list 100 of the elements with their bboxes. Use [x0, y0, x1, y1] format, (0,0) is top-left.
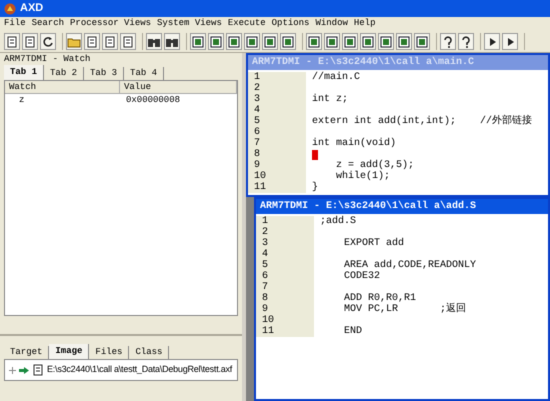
- toolbar-button[interactable]: [226, 33, 242, 50]
- menu-item[interactable]: Help: [354, 17, 376, 31]
- code-line: MOV PC,LR ;返回: [343, 304, 466, 315]
- line-number: 9: [254, 160, 260, 171]
- line-number: 11: [262, 326, 274, 337]
- code-line: ADD R0,R0,R1: [343, 293, 416, 304]
- toolbar-button[interactable]: [396, 33, 412, 50]
- toolbar-button[interactable]: [378, 33, 394, 50]
- toolbar-button[interactable]: [190, 33, 206, 50]
- code-line: extern int add(int,int); //外部链接: [312, 116, 532, 127]
- code-line: AREA add,CODE,READONLY: [343, 260, 476, 271]
- page-icon: [104, 36, 116, 48]
- line-number: 8: [262, 293, 268, 304]
- line-number: 9: [262, 304, 268, 315]
- table-cell-text: 0x00000008: [125, 94, 180, 107]
- folder-icon: [67, 36, 81, 48]
- column-header[interactable]: Value: [120, 81, 237, 93]
- expand-icon[interactable]: [9, 366, 16, 374]
- window-icon: [416, 36, 428, 48]
- help-icon: [460, 34, 472, 48]
- code-line: z = add(3,5);: [335, 160, 414, 171]
- menu-item[interactable]: Window: [315, 17, 348, 31]
- table-cell-text: z: [18, 94, 26, 107]
- window-icon: [246, 36, 258, 48]
- code-line: END: [343, 326, 362, 337]
- toolbar-button[interactable]: [262, 33, 278, 50]
- window-icon: [380, 36, 392, 48]
- page-icon: [122, 36, 134, 48]
- toolbar-button[interactable]: [40, 33, 56, 50]
- window-title: ARM7TDMI - E:\s3c2440\1\call a\add.S: [260, 200, 476, 214]
- tab[interactable]: Image: [49, 344, 90, 359]
- menu-item[interactable]: System Views: [157, 17, 222, 31]
- code-line: ;add.S: [320, 216, 356, 227]
- toolbar-button[interactable]: [164, 33, 180, 50]
- line-number: 2: [262, 227, 268, 238]
- toolbar-button[interactable]: [414, 33, 430, 50]
- toolbar-button[interactable]: [146, 33, 162, 50]
- toolbar-button[interactable]: [120, 33, 136, 50]
- arrow-icon: [19, 366, 29, 374]
- toolbar-button[interactable]: [458, 33, 474, 50]
- line-number: 6: [254, 127, 260, 138]
- line-number: 6: [262, 271, 268, 282]
- code-line: int z;: [312, 94, 348, 105]
- line-number: 1: [254, 72, 260, 83]
- line-number: 4: [254, 105, 260, 116]
- window-icon: [264, 36, 276, 48]
- toolbar-button[interactable]: [22, 33, 38, 50]
- toolbar-button[interactable]: [244, 33, 260, 50]
- code-line: EXPORT add: [343, 238, 404, 249]
- menu-item[interactable]: Execute: [228, 17, 266, 31]
- window-icon: [398, 36, 410, 48]
- toolbar-button[interactable]: [342, 33, 358, 50]
- refresh-icon: [42, 36, 54, 48]
- toolbar-button[interactable]: [306, 33, 322, 50]
- code-line: }: [312, 182, 318, 193]
- window-icon: [192, 36, 204, 48]
- panel-title: ARM7TDMI - Watch: [3, 53, 92, 65]
- window-icon: [210, 36, 222, 48]
- line-number: 7: [254, 138, 260, 149]
- window-title: AXD: [20, 1, 44, 16]
- window-icon: [228, 36, 240, 48]
- toolbar-button[interactable]: [208, 33, 224, 50]
- toolbar-button[interactable]: [324, 33, 340, 50]
- toolbar-button[interactable]: [484, 33, 500, 50]
- help-icon: [442, 34, 454, 48]
- window-icon: [308, 36, 320, 48]
- toolbar-button[interactable]: [4, 33, 20, 50]
- page-icon: [24, 36, 36, 48]
- line-number: 1: [262, 216, 268, 227]
- window-icon: [344, 36, 356, 48]
- menu-item[interactable]: File: [4, 17, 26, 31]
- line-number: 2: [254, 83, 260, 94]
- page-icon: [6, 36, 18, 48]
- menu-item[interactable]: Processor Views: [70, 17, 152, 31]
- line-number: 3: [262, 238, 268, 249]
- toolbar-button[interactable]: [102, 33, 118, 50]
- menu-item[interactable]: Options: [272, 17, 310, 31]
- code-line: //main.C: [312, 72, 360, 83]
- line-number: 5: [262, 260, 268, 271]
- line-number: 5: [254, 116, 260, 127]
- code-line: CODE32: [343, 271, 380, 282]
- window-icon: [282, 36, 294, 48]
- line-number: 8: [254, 149, 260, 160]
- toolbar-button[interactable]: [280, 33, 296, 50]
- toolbar-button[interactable]: [440, 33, 456, 50]
- window-title: ARM7TDMI - E:\s3c2440\1\call a\main.C: [252, 56, 474, 70]
- menu-item[interactable]: Search: [32, 17, 64, 31]
- line-number: 10: [262, 315, 274, 326]
- toolbar-button[interactable]: [84, 33, 100, 50]
- toolbar-button[interactable]: [360, 33, 376, 50]
- toolbar-button[interactable]: [502, 33, 518, 50]
- line-number: 4: [262, 249, 268, 260]
- line-number: 10: [254, 171, 266, 182]
- column-header[interactable]: Watch: [5, 81, 120, 93]
- breakpoint-marker[interactable]: [312, 150, 318, 160]
- line-number: 7: [262, 282, 268, 293]
- code-line: while(1);: [335, 171, 390, 182]
- code-line: int main(void): [312, 138, 396, 149]
- app-icon: [4, 2, 16, 14]
- tab[interactable]: Tab 1: [4, 65, 44, 80]
